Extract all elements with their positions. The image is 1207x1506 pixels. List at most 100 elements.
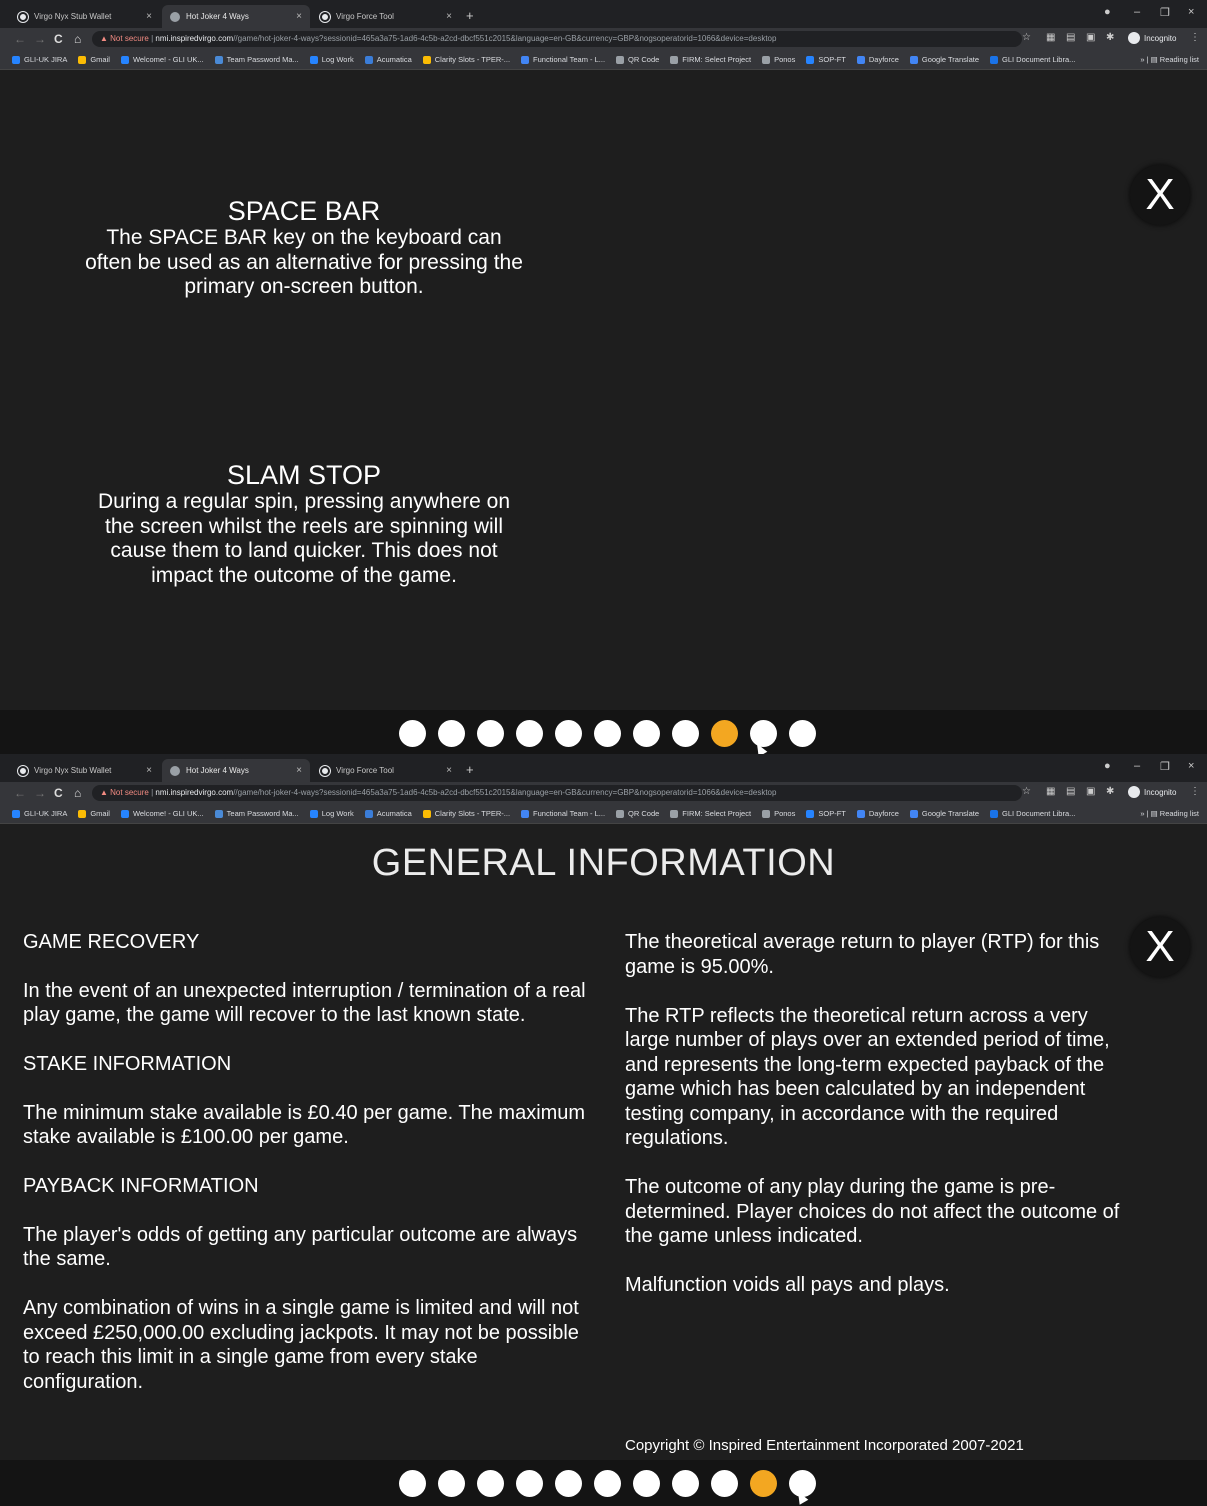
- address-bar[interactable]: ▲ Not secure | nmi.inspiredvirgo.com//ga…: [92, 31, 1022, 47]
- bookmark-item[interactable]: QR Code: [616, 55, 659, 64]
- page-dot[interactable]: [516, 720, 543, 747]
- extension-icon[interactable]: ▤: [1066, 32, 1075, 43]
- back-button[interactable]: ←: [14, 31, 26, 47]
- extensions-puzzle-icon[interactable]: ✱: [1106, 786, 1114, 797]
- page-dot[interactable]: [672, 720, 699, 747]
- page-dot-active[interactable]: [750, 1470, 777, 1497]
- tab-virgo-force-tool[interactable]: Virgo Force Tool ×: [312, 5, 460, 28]
- forward-button[interactable]: →: [34, 785, 46, 801]
- bookmark-item[interactable]: Clarity Slots - TPER-...: [422, 55, 510, 64]
- extension-icon[interactable]: ▦: [1046, 786, 1055, 797]
- bookmark-star-icon[interactable]: ☆: [1022, 32, 1031, 43]
- minimize-button[interactable]: –: [1134, 760, 1140, 772]
- bookmarks-more-icon[interactable]: »: [1140, 809, 1144, 818]
- tab-close-icon[interactable]: ×: [146, 11, 152, 22]
- profile-menu-icon[interactable]: ●: [1104, 760, 1111, 772]
- page-dot[interactable]: [594, 1470, 621, 1497]
- back-button[interactable]: ←: [14, 785, 26, 801]
- tab-virgo-nyx-stub-wallet[interactable]: Virgo Nyx Stub Wallet ×: [10, 5, 160, 28]
- extension-icon[interactable]: ▦: [1046, 32, 1055, 43]
- page-dot[interactable]: [438, 720, 465, 747]
- page-dot[interactable]: [477, 1470, 504, 1497]
- bookmark-item[interactable]: Gmail: [78, 55, 110, 64]
- new-tab-button[interactable]: +: [466, 8, 474, 23]
- home-button[interactable]: ⌂: [74, 785, 81, 801]
- browser-menu-icon[interactable]: ⋮: [1190, 786, 1200, 797]
- close-help-button[interactable]: X: [1130, 165, 1190, 225]
- bookmark-item[interactable]: SOP-FT: [806, 809, 846, 818]
- incognito-indicator[interactable]: Incognito: [1128, 32, 1176, 44]
- window-close-button[interactable]: ×: [1188, 760, 1194, 772]
- tab-virgo-force-tool[interactable]: Virgo Force Tool ×: [312, 759, 460, 782]
- reload-button[interactable]: C: [54, 785, 63, 801]
- bookmarks-overflow[interactable]: » | ▤ Reading list: [1140, 55, 1199, 64]
- page-dot[interactable]: [633, 720, 660, 747]
- tab-close-icon[interactable]: ×: [446, 765, 452, 776]
- bookmark-item[interactable]: Dayforce: [856, 55, 899, 64]
- home-button[interactable]: ⌂: [74, 31, 81, 47]
- bookmark-item[interactable]: SOP-FT: [806, 55, 846, 64]
- page-dot[interactable]: [789, 720, 816, 747]
- window-close-button[interactable]: ×: [1188, 6, 1194, 18]
- extensions-puzzle-icon[interactable]: ✱: [1106, 32, 1114, 43]
- tab-virgo-nyx-stub-wallet[interactable]: Virgo Nyx Stub Wallet ×: [10, 759, 160, 782]
- page-dot-active[interactable]: [711, 720, 738, 747]
- bookmark-star-icon[interactable]: ☆: [1022, 786, 1031, 797]
- page-dot[interactable]: [555, 1470, 582, 1497]
- page-dot[interactable]: [399, 1470, 426, 1497]
- forward-button[interactable]: →: [34, 31, 46, 47]
- bookmarks-overflow[interactable]: » | ▤ Reading list: [1140, 809, 1199, 818]
- page-dot[interactable]: [516, 1470, 543, 1497]
- browser-menu-icon[interactable]: ⋮: [1190, 32, 1200, 43]
- reading-list-button[interactable]: Reading list: [1160, 55, 1199, 64]
- tab-close-icon[interactable]: ×: [296, 765, 302, 776]
- page-dot[interactable]: [594, 720, 621, 747]
- extension-icon[interactable]: ▤: [1066, 786, 1075, 797]
- bookmark-item[interactable]: Google Translate: [909, 809, 979, 818]
- tab-hot-joker-4-ways[interactable]: Hot Joker 4 Ways ×: [162, 759, 310, 782]
- bookmark-item[interactable]: Gmail: [78, 809, 110, 818]
- tab-close-icon[interactable]: ×: [296, 11, 302, 22]
- bookmark-item[interactable]: Google Translate: [909, 55, 979, 64]
- minimize-button[interactable]: –: [1134, 6, 1140, 18]
- bookmark-item[interactable]: Team Password Ma...: [214, 55, 299, 64]
- tab-close-icon[interactable]: ×: [446, 11, 452, 22]
- bookmark-item[interactable]: Ponos: [762, 809, 795, 818]
- bookmark-item[interactable]: FIRM: Select Project: [670, 809, 751, 818]
- new-tab-button[interactable]: +: [466, 762, 474, 777]
- bookmark-item[interactable]: Acumatica: [364, 809, 412, 818]
- address-bar[interactable]: ▲ Not secure | nmi.inspiredvirgo.com//ga…: [92, 785, 1022, 801]
- bookmark-item[interactable]: QR Code: [616, 809, 659, 818]
- reading-list-button[interactable]: Reading list: [1160, 809, 1199, 818]
- bookmark-item[interactable]: Log Work: [309, 809, 354, 818]
- translate-extension-icon[interactable]: ▣: [1086, 786, 1095, 797]
- page-dot[interactable]: [672, 1470, 699, 1497]
- bookmark-item[interactable]: Acumatica: [364, 55, 412, 64]
- incognito-indicator[interactable]: Incognito: [1128, 786, 1176, 798]
- reload-button[interactable]: C: [54, 31, 63, 47]
- page-dot[interactable]: [399, 720, 426, 747]
- bookmark-item[interactable]: Functional Team - L...: [521, 809, 605, 818]
- profile-menu-icon[interactable]: ●: [1104, 6, 1111, 18]
- bookmark-item[interactable]: GLI-UK JIRA: [12, 55, 67, 64]
- page-dot[interactable]: [438, 1470, 465, 1497]
- bookmark-item[interactable]: Team Password Ma...: [214, 809, 299, 818]
- translate-extension-icon[interactable]: ▣: [1086, 32, 1095, 43]
- bookmark-item[interactable]: Clarity Slots - TPER-...: [422, 809, 510, 818]
- page-dot[interactable]: [633, 1470, 660, 1497]
- bookmark-item[interactable]: GLI-UK JIRA: [12, 809, 67, 818]
- bookmarks-more-icon[interactable]: »: [1140, 55, 1144, 64]
- page-dot[interactable]: [750, 720, 777, 747]
- close-help-button[interactable]: X: [1130, 917, 1190, 977]
- restore-button[interactable]: ❐: [1160, 760, 1170, 773]
- bookmark-item[interactable]: Ponos: [762, 55, 795, 64]
- bookmark-item[interactable]: Functional Team - L...: [521, 55, 605, 64]
- bookmark-item[interactable]: Welcome! - GLI UK...: [120, 55, 204, 64]
- bookmark-item[interactable]: GLI Document Libra...: [990, 809, 1075, 818]
- bookmark-item[interactable]: Log Work: [309, 55, 354, 64]
- restore-button[interactable]: ❐: [1160, 6, 1170, 19]
- bookmark-item[interactable]: FIRM: Select Project: [670, 55, 751, 64]
- bookmark-item[interactable]: Dayforce: [856, 809, 899, 818]
- bookmark-item[interactable]: Welcome! - GLI UK...: [120, 809, 204, 818]
- tab-close-icon[interactable]: ×: [146, 765, 152, 776]
